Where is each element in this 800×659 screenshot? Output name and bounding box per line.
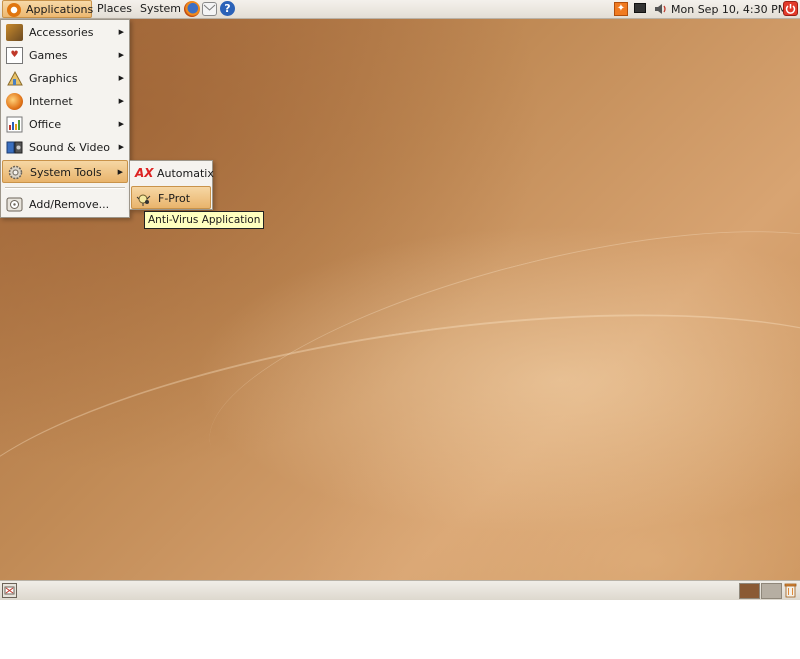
applications-menu-button[interactable]: Applications [2,0,94,18]
office-icon [6,116,23,133]
submenu-arrow-icon: ▶ [117,168,123,176]
menu-item-label: Automatix [157,167,214,180]
mail-icon[interactable] [202,2,217,16]
submenu-arrow-icon: ▶ [118,120,124,128]
menu-item-sound-video[interactable]: Sound & Video ▶ [2,136,128,159]
show-desktop-button[interactable] [2,583,17,598]
menu-item-label: Add/Remove... [29,198,110,211]
power-icon[interactable] [783,1,798,16]
menu-item-label: Internet [29,95,73,108]
system-tools-icon [7,164,24,181]
menu-item-label: Accessories [29,26,94,39]
update-notifier-icon[interactable]: ✦ [614,2,628,16]
menu-item-office[interactable]: Office ▶ [2,113,128,136]
accessories-icon [6,24,23,41]
f-prot-icon [136,190,153,207]
menu-item-label: System Tools [30,166,102,179]
menu-item-add-remove[interactable]: Add/Remove... [2,193,128,216]
menu-item-label: Office [29,118,62,131]
workspace-2[interactable] [761,583,782,599]
menu-item-games[interactable]: ♥ Games ▶ [2,44,128,67]
applications-menu-label: Applications [26,3,94,16]
menu-item-f-prot[interactable]: F-Prot [131,186,211,209]
top-panel: Applications Places System ? ✦ Mon Sep 1… [0,0,800,19]
submenu-arrow-icon: ▶ [118,28,124,36]
tooltip: Anti-Virus Application [144,211,265,229]
volume-icon[interactable] [654,2,668,16]
menu-item-internet[interactable]: Internet ▶ [2,90,128,113]
trash-icon[interactable] [784,583,797,598]
system-menu-button[interactable]: System [136,0,185,18]
submenu-arrow-icon: ▶ [118,51,124,59]
workspace-1[interactable] [739,583,760,599]
ubuntu-logo-icon [7,3,21,17]
submenu-arrow-icon: ▶ [118,143,124,151]
internet-icon [6,93,23,110]
places-menu-button[interactable]: Places [93,0,136,18]
bottom-panel [0,580,800,600]
submenu-arrow-icon: ▶ [118,97,124,105]
menu-separator [5,187,125,189]
applications-menu: Accessories ▶ ♥ Games ▶ Graphics ▶ Inter… [0,19,130,218]
games-icon: ♥ [6,47,23,64]
clock[interactable]: Mon Sep 10, 4:30 PM [671,0,787,19]
add-remove-icon [6,196,23,213]
menu-item-system-tools[interactable]: System Tools ▶ [2,160,128,183]
menu-item-label: Games [29,49,68,62]
menu-item-label: Graphics [29,72,78,85]
menu-item-graphics[interactable]: Graphics ▶ [2,67,128,90]
submenu-arrow-icon: ▶ [118,74,124,82]
system-tools-submenu: AX Automatix F-Prot [129,160,214,210]
menu-item-accessories[interactable]: Accessories ▶ [2,21,128,44]
network-icon[interactable] [634,3,646,13]
graphics-icon [6,70,23,87]
sound-video-icon [6,139,23,156]
help-icon[interactable]: ? [220,1,235,16]
menu-item-label: F-Prot [158,192,191,205]
menu-item-automatix[interactable]: AX Automatix [131,162,214,185]
firefox-icon[interactable] [184,1,200,17]
menu-item-label: Sound & Video [29,141,111,154]
automatix-icon: AX [135,166,154,180]
